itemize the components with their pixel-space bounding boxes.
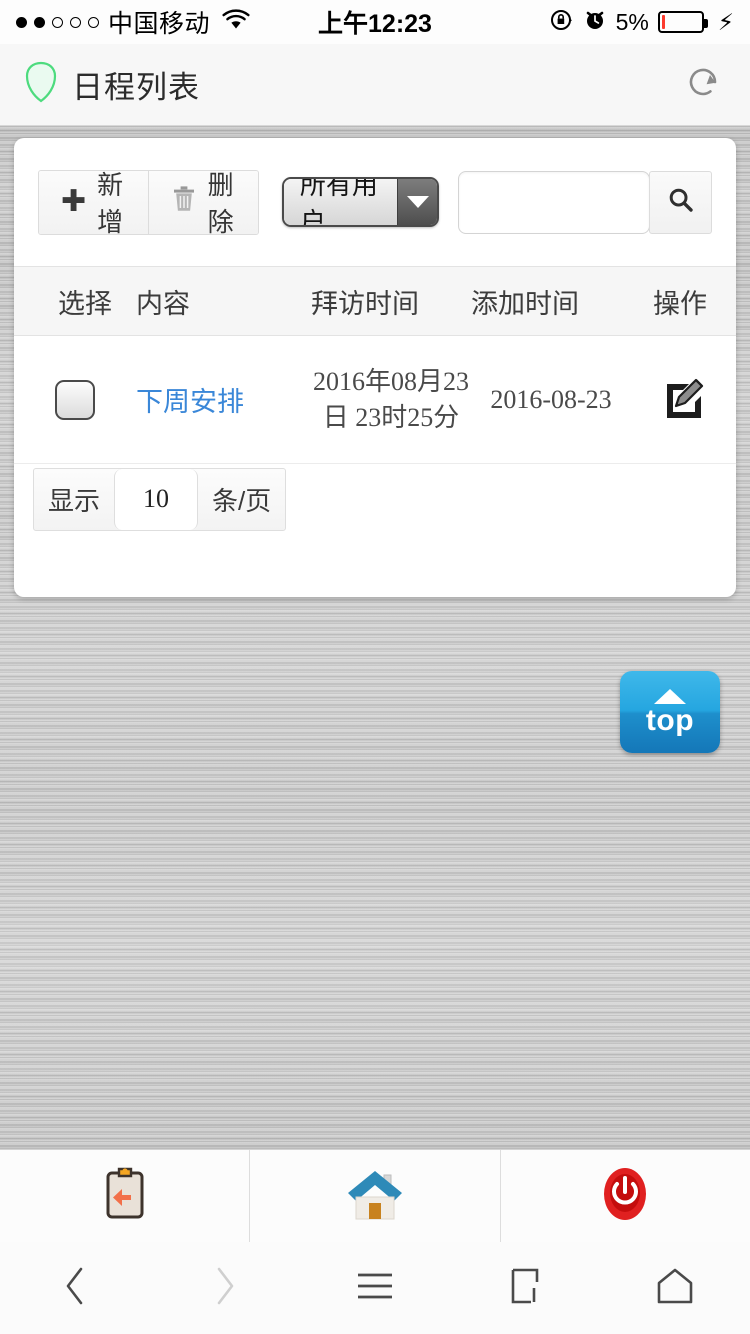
status-bar: 中国移动 上午12:23 5% ⚡ <box>0 0 750 44</box>
column-header-select: 选择 <box>58 288 112 319</box>
status-bar-left: 中国移动 <box>16 4 251 40</box>
delete-button-label: 删除 <box>207 170 234 235</box>
status-bar-right: 5% ⚡ <box>550 8 734 37</box>
table-header: 选择 内容 拜访时间 添加时间 操作 <box>14 266 736 336</box>
alarm-clock-icon <box>583 8 607 37</box>
page-size-input[interactable]: 10 <box>114 468 199 530</box>
search-button[interactable] <box>649 170 712 234</box>
app-header: 日程列表 <box>0 44 750 126</box>
scroll-to-top-button[interactable]: top <box>620 671 720 753</box>
carrier-name: 中国移动 <box>108 10 211 38</box>
rotation-lock-icon <box>550 8 574 37</box>
add-button-label: 新增 <box>97 170 124 235</box>
home-house-icon <box>344 1165 406 1228</box>
schedule-content-link[interactable]: 下周安排 <box>136 387 244 417</box>
home-pentagon-icon <box>652 1264 698 1313</box>
row-content-cell: 下周安排 <box>136 380 311 419</box>
page-size-control: 显示 10 条/页 <box>33 467 287 531</box>
add-button[interactable]: ✚ 新增 <box>39 170 148 235</box>
signal-strength-icon <box>16 16 99 28</box>
chevron-left-icon <box>55 1263 95 1314</box>
browser-back-button[interactable] <box>0 1242 150 1334</box>
search-input[interactable] <box>458 170 650 234</box>
search-icon <box>666 185 696 220</box>
user-filter-value: 所有用户 <box>283 179 399 225</box>
page-background: ✚ 新增 删除 所有用户 选择 内容 拜访时间 添加时间 操作 下周安排 201… <box>0 126 750 1150</box>
table-row: 下周安排 2016年08月23日 23时25分 2016-08-23 <box>14 336 736 464</box>
page-size-unit: 条/页 <box>212 485 272 516</box>
search-wrapper <box>458 170 712 234</box>
card-toolbar: ✚ 新增 删除 所有用户 <box>14 138 736 266</box>
row-action-cell <box>631 372 736 427</box>
scroll-to-top-label: top <box>645 703 695 737</box>
chevron-right-icon <box>205 1263 245 1314</box>
refresh-icon[interactable] <box>680 59 726 110</box>
column-header-visit-time: 拜访时间 <box>311 288 419 319</box>
status-bar-clock: 上午12:23 <box>318 10 432 38</box>
app-bottom-toolbar <box>0 1150 750 1242</box>
browser-nav-bar <box>0 1242 750 1334</box>
home-button[interactable] <box>249 1150 499 1242</box>
browser-home-button[interactable] <box>600 1242 750 1334</box>
edit-pencil-icon[interactable] <box>660 372 708 427</box>
column-header-add-time: 添加时间 <box>471 288 579 319</box>
row-add-time: 2016-08-23 <box>490 384 612 414</box>
plus-icon: ✚ <box>61 185 87 218</box>
page-title: 日程列表 <box>72 70 200 105</box>
browser-tabs-button[interactable] <box>450 1242 600 1334</box>
tabs-icon <box>503 1264 547 1313</box>
action-button-group: ✚ 新增 删除 <box>38 169 259 235</box>
browser-menu-button[interactable] <box>300 1242 450 1334</box>
column-header-content: 内容 <box>136 288 190 319</box>
shield-icon <box>24 61 58 108</box>
column-header-action: 操作 <box>653 288 707 319</box>
battery-icon <box>657 11 708 33</box>
lightning-bolt-icon: ⚡ <box>717 8 734 35</box>
schedule-list-card: ✚ 新增 删除 所有用户 选择 内容 拜访时间 添加时间 操作 下周安排 201… <box>14 138 736 597</box>
pagination-bar: 显示 10 条/页 <box>14 464 736 534</box>
hamburger-menu-icon <box>352 1266 398 1311</box>
power-off-icon <box>598 1164 652 1229</box>
back-to-list-button[interactable] <box>0 1150 249 1242</box>
row-select-cell <box>14 379 136 420</box>
chevron-down-icon[interactable] <box>398 179 437 225</box>
delete-button[interactable]: 删除 <box>147 170 258 235</box>
row-visit-time: 2016年08月23日 23时25分 <box>312 366 469 432</box>
user-filter-wrapper: 所有用户 <box>281 177 439 227</box>
page-size-label: 显示 <box>48 485 101 516</box>
logout-button[interactable] <box>499 1150 750 1242</box>
battery-percentage: 5% <box>615 8 649 35</box>
row-checkbox[interactable] <box>55 379 95 420</box>
trash-icon <box>171 185 197 220</box>
user-filter-select[interactable]: 所有用户 <box>281 177 439 227</box>
clipboard-back-icon <box>98 1165 152 1228</box>
browser-forward-button[interactable] <box>150 1242 300 1334</box>
wifi-icon <box>221 8 251 36</box>
chevron-up-icon <box>654 688 686 704</box>
